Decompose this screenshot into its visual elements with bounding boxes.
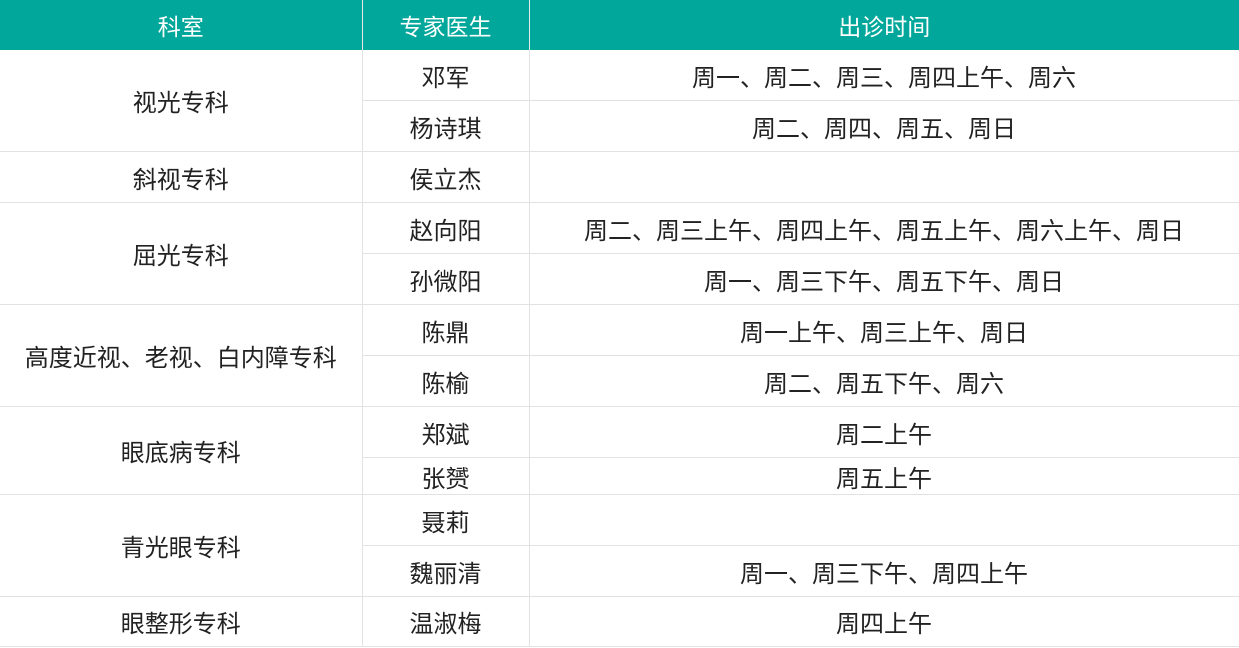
schedule-cell <box>529 494 1239 546</box>
schedule-cell: 周二、周三上午、周四上午、周五上午、周六上午、周日 <box>529 202 1239 254</box>
schedule-cell: 周二、周四、周五、周日 <box>529 100 1239 152</box>
table-row: 屈光专科 赵向阳 周二、周三上午、周四上午、周五上午、周六上午、周日 <box>0 202 1239 305</box>
doctor-cell: 张赟 <box>362 457 530 495</box>
doctor-cell: 杨诗琪 <box>362 100 530 152</box>
table-row: 眼底病专科 郑斌 周二上午 <box>0 406 1239 495</box>
schedule-cell <box>529 151 1239 203</box>
doctor-cell: 魏丽清 <box>362 545 530 597</box>
table-row: 斜视专科 侯立杰 <box>0 151 1239 203</box>
schedule-cell: 周一、周三下午、周五下午、周日 <box>529 253 1239 305</box>
department-cell: 视光专科 <box>0 50 363 152</box>
table-header-row: 科室 专家医生 出诊时间 <box>0 0 1239 50</box>
department-cell: 眼整形专科 <box>0 596 363 647</box>
doctor-cell: 陈鼎 <box>362 304 530 356</box>
schedule-cell: 周四上午 <box>529 596 1239 647</box>
schedule-cell: 周一、周二、周三、周四上午、周六 <box>529 50 1239 101</box>
department-cell: 高度近视、老视、白内障专科 <box>0 304 363 407</box>
schedule-cell: 周二上午 <box>529 406 1239 458</box>
doctor-cell: 温淑梅 <box>362 596 530 647</box>
schedule-cell: 周五上午 <box>529 457 1239 495</box>
department-cell: 青光眼专科 <box>0 494 363 597</box>
doctor-cell: 邓军 <box>362 50 530 101</box>
schedule-cell: 周二、周五下午、周六 <box>529 355 1239 407</box>
department-cell: 眼底病专科 <box>0 406 363 495</box>
doctor-cell: 聂莉 <box>362 494 530 546</box>
doctor-cell: 郑斌 <box>362 406 530 458</box>
doctor-cell: 侯立杰 <box>362 151 530 203</box>
schedule-cell: 周一、周三下午、周四上午 <box>529 545 1239 597</box>
doctor-cell: 赵向阳 <box>362 202 530 254</box>
schedule-table: 科室 专家医生 出诊时间 视光专科 邓军 周一、周二、周三、周四上午、周六 杨诗… <box>0 0 1239 647</box>
schedule-cell: 周一上午、周三上午、周日 <box>529 304 1239 356</box>
doctor-cell: 孙微阳 <box>362 253 530 305</box>
doctor-cell: 陈榆 <box>362 355 530 407</box>
table-row: 眼整形专科 温淑梅 周四上午 <box>0 596 1239 647</box>
header-department: 科室 <box>0 0 363 50</box>
header-doctor: 专家医生 <box>362 0 530 50</box>
department-cell: 屈光专科 <box>0 202 363 305</box>
table-row: 高度近视、老视、白内障专科 陈鼎 周一上午、周三上午、周日 <box>0 304 1239 407</box>
table-row: 视光专科 邓军 周一、周二、周三、周四上午、周六 <box>0 50 1239 152</box>
department-cell: 斜视专科 <box>0 151 363 203</box>
header-schedule: 出诊时间 <box>529 0 1239 50</box>
table-row: 青光眼专科 聂莉 <box>0 494 1239 597</box>
